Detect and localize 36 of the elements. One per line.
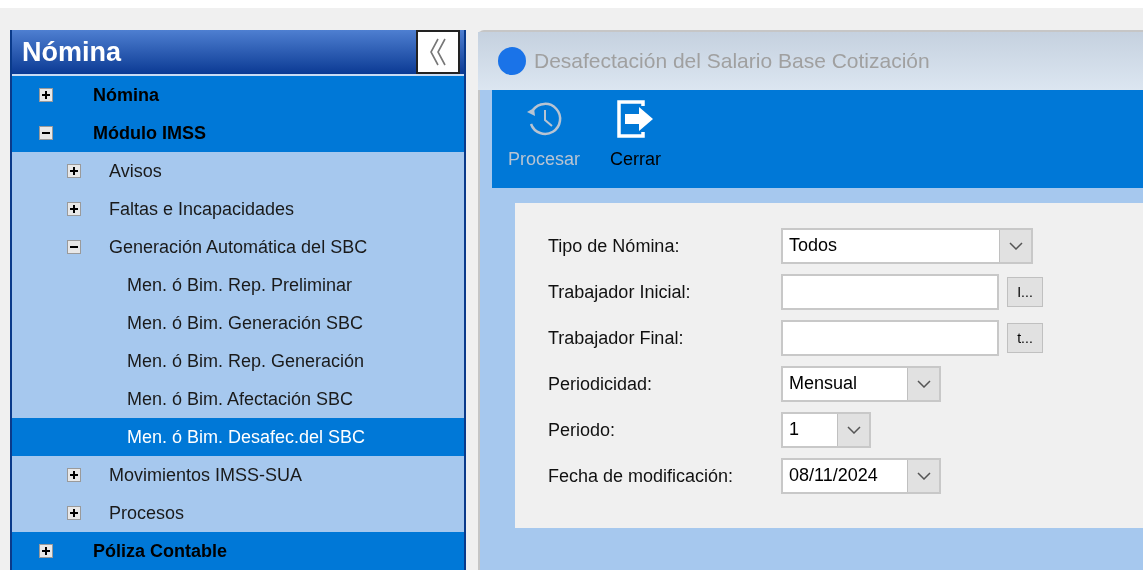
tree-item[interactable]: Nómina [12, 76, 464, 114]
chevron-down-icon [916, 472, 931, 480]
app-logo-icon [498, 47, 526, 75]
input-field[interactable] [781, 274, 999, 310]
expand-icon[interactable] [67, 506, 81, 520]
field-label: Trabajador Final: [548, 326, 685, 350]
expand-icon[interactable] [39, 544, 53, 558]
window-title: Desafectación del Salario Base Cotización [534, 48, 930, 75]
chevron-down-icon [916, 380, 931, 388]
field-label: Periodo: [548, 418, 617, 442]
expand-icon[interactable] [67, 468, 81, 482]
sidebar-title: Nómina [22, 35, 121, 69]
field-label: Tipo de Nómina: [548, 234, 681, 258]
collapse-icon[interactable] [39, 126, 53, 140]
collapse-button[interactable] [416, 30, 460, 74]
field-label: Periodicidad: [548, 372, 654, 396]
tree-item[interactable]: Men. ó Bim. Desafec.del SBC [12, 418, 464, 456]
tree-item[interactable]: Póliza Contable [12, 532, 464, 570]
chevron-down-icon [1008, 242, 1023, 250]
input-field[interactable] [781, 320, 999, 356]
expand-icon[interactable] [39, 88, 53, 102]
tree-item[interactable]: Módulo IMSS [12, 114, 464, 152]
field-label: Fecha de modificación: [548, 464, 735, 488]
expand-icon[interactable] [67, 164, 81, 178]
collapse-icon[interactable] [67, 240, 81, 254]
browse-button[interactable]: I... [1007, 277, 1043, 307]
dropdown-field[interactable]: 08/11/2024 [781, 458, 941, 494]
toolbar-button[interactable]: Cerrar [610, 98, 662, 173]
expand-icon[interactable] [67, 202, 81, 216]
dropdown-field[interactable]: Mensual [781, 366, 941, 402]
dropdown-field[interactable]: Todos [781, 228, 1033, 264]
field-label: Trabajador Inicial: [548, 280, 692, 304]
browse-button[interactable]: t... [1007, 323, 1043, 353]
double-chevron-left-icon [428, 37, 448, 67]
chevron-down-icon [846, 426, 861, 434]
dropdown-field[interactable]: 1 [781, 412, 871, 448]
